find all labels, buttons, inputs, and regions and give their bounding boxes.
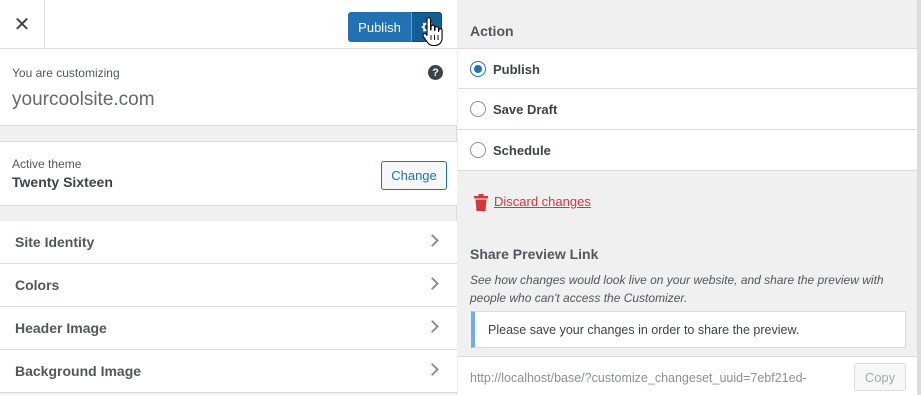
radio-label: Publish [493, 62, 540, 77]
preview-link-row: http://localhost/base/?customize_changes… [458, 356, 917, 395]
site-name: yourcoolsite.com [12, 89, 155, 110]
nav-item-label: Background Image [15, 363, 142, 379]
chevron-right-icon [426, 363, 439, 376]
action-option-save-draft[interactable]: Save Draft [458, 89, 917, 130]
chevron-right-icon [426, 320, 439, 333]
share-preview-heading: Share Preview Link [470, 246, 599, 262]
nav-item-colors[interactable]: Colors [0, 264, 457, 307]
customizer-header: ✕ Publish [0, 0, 457, 49]
help-icon[interactable]: ? [428, 65, 443, 80]
copy-button[interactable]: Copy [854, 363, 906, 391]
close-button[interactable]: ✕ [0, 0, 45, 48]
nav-item-site-identity[interactable]: Site Identity [0, 221, 457, 264]
active-theme-label: Active theme [12, 157, 82, 171]
action-heading: Action [470, 23, 514, 39]
hand-cursor-icon [422, 17, 443, 47]
nav-item-label: Site Identity [15, 234, 95, 250]
publish-settings-panel: Action Publish Save Draft Schedule Disca… [458, 0, 921, 395]
action-option-schedule[interactable]: Schedule [458, 130, 917, 171]
nav-item-header-image[interactable]: Header Image [0, 307, 457, 350]
panel-border [917, 0, 921, 395]
radio-label: Save Draft [493, 102, 558, 117]
discard-changes-link[interactable]: Discard changes [494, 194, 591, 209]
share-preview-description: See how changes would look live on your … [470, 273, 884, 305]
save-notice: Please save your changes in order to sha… [471, 311, 906, 348]
action-option-publish[interactable]: Publish [458, 48, 917, 89]
nav-item-background-image[interactable]: Background Image [0, 350, 457, 393]
customizer-sidebar: ✕ Publish You are customizing yourcoolsi… [0, 0, 457, 395]
change-theme-button[interactable]: Change [381, 161, 447, 190]
radio-publish[interactable] [470, 61, 486, 77]
chevron-right-icon [426, 277, 439, 290]
customizing-label: You are customizing [12, 66, 120, 80]
nav-item-label: Colors [15, 277, 60, 293]
radio-save-draft[interactable] [470, 101, 486, 117]
save-notice-text: Please save your changes in order to sha… [488, 323, 800, 337]
preview-url-field[interactable]: http://localhost/base/?customize_changes… [470, 371, 849, 385]
active-theme-section: Active theme Twenty Sixteen Change [0, 141, 457, 206]
nav-item-label: Header Image [15, 320, 107, 336]
chevron-right-icon [426, 234, 439, 247]
radio-schedule[interactable] [470, 142, 486, 158]
close-icon: ✕ [13, 12, 31, 36]
active-theme-name: Twenty Sixteen [12, 174, 113, 190]
publish-button[interactable]: Publish [348, 12, 411, 42]
customizing-info: You are customizing yourcoolsite.com ? [0, 49, 457, 126]
radio-label: Schedule [493, 143, 551, 158]
trash-icon [474, 194, 488, 211]
